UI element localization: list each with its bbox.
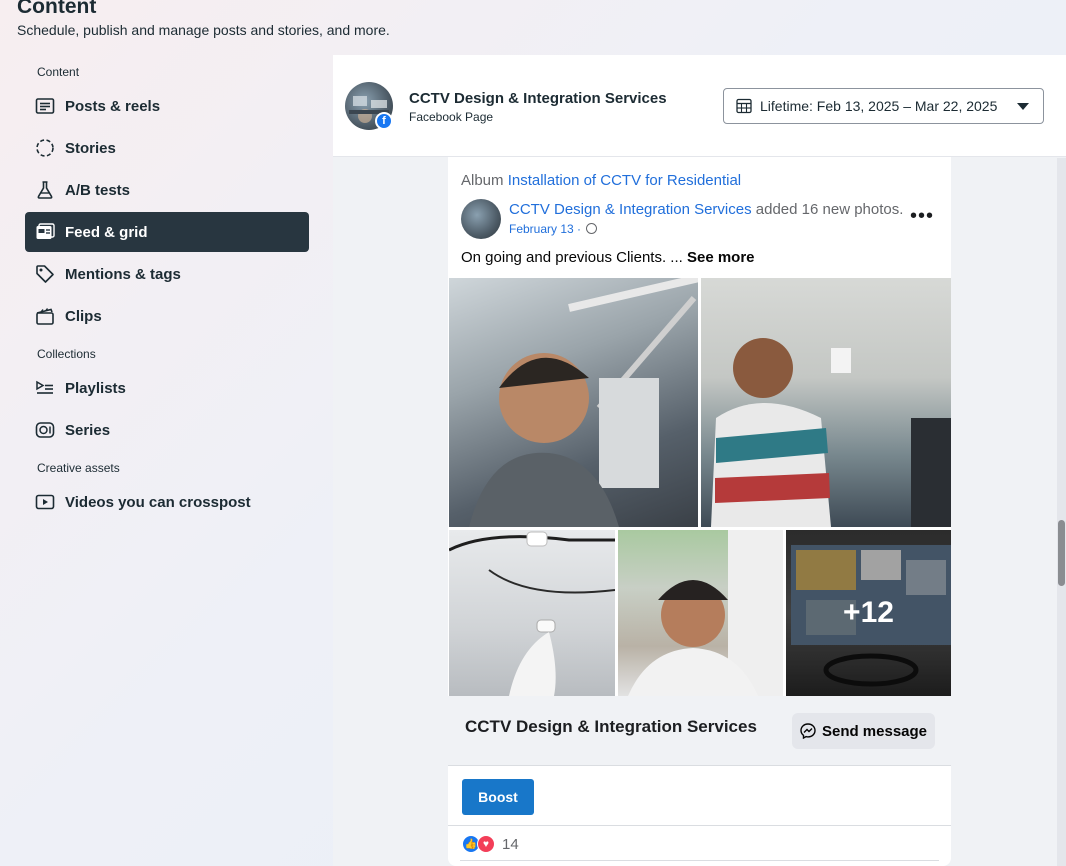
sidebar-item-series[interactable]: Series [25,410,309,450]
page-subtitle: Schedule, publish and manage posts and s… [17,22,390,38]
sidebar-item-clips[interactable]: Clips [25,296,309,336]
stories-icon [35,138,55,158]
panel-header: f CCTV Design & Integration Services Fac… [333,55,1066,157]
see-more-link[interactable]: See more [687,249,755,266]
reactions[interactable]: 👍 ♥ 14 [462,835,519,853]
post-card: Album Installation of CCTV for Residenti… [448,157,951,866]
sidebar-item-label: Posts & reels [65,97,161,115]
page-name: CCTV Design & Integration Services [409,90,667,107]
more-options-icon[interactable]: ••• [910,206,934,226]
album-line: Album Installation of CCTV for Residenti… [461,172,741,189]
section-label-content: Content [37,65,80,79]
sidebar-item-label: Stories [65,139,116,157]
sidebar-item-posts-reels[interactable]: Posts & reels [25,86,309,126]
sidebar-item-label: Clips [65,307,102,325]
sidebar-item-label: Playlists [65,379,126,397]
album-photo[interactable] [449,278,698,527]
globe-icon [586,223,598,234]
sidebar-item-label: A/B tests [65,181,131,199]
sidebar: Content Posts & reels Stories A/B tests … [25,62,309,524]
sidebar-item-feed-grid[interactable]: Feed & grid [25,212,309,252]
post-text: On going and previous Clients. ... See m… [461,249,755,266]
cta-page-name: CCTV Design & Integration Services [465,717,757,736]
author-avatar[interactable] [461,199,501,239]
album-photo-more[interactable]: +12 [786,530,951,696]
tag-icon [35,264,55,284]
boost-row: Boost [448,766,951,826]
date-range-label: Lifetime: Feb 13, 2025 – Mar 22, 2025 [760,98,998,114]
sidebar-item-videos-crosspost[interactable]: Videos you can crosspost [25,482,309,522]
main-panel: f CCTV Design & Integration Services Fac… [333,55,1066,866]
author-link[interactable]: CCTV Design & Integration Services [509,201,752,218]
post-date[interactable]: February 13 · [509,222,598,236]
heart-icon: ♥ [477,835,495,853]
calendar-icon [736,98,752,114]
sidebar-item-label: Videos you can crosspost [65,493,251,511]
page-header: Content Schedule, publish and manage pos… [17,0,390,38]
cta-bar: CCTV Design & Integration Services Send … [448,696,951,766]
messenger-icon [800,723,816,739]
sidebar-item-stories[interactable]: Stories [25,128,309,168]
send-message-button[interactable]: Send message [792,713,935,749]
album-photo[interactable] [701,278,951,527]
section-label-creative-assets: Creative assets [37,461,120,475]
sidebar-item-mentions-tags[interactable]: Mentions & tags [25,254,309,294]
divider [460,860,939,861]
page-type: Facebook Page [409,110,494,124]
date-range-picker[interactable]: Lifetime: Feb 13, 2025 – Mar 22, 2025 [723,88,1044,124]
sidebar-item-playlists[interactable]: Playlists [25,368,309,408]
feed-icon [35,222,55,242]
post-action: added 16 new photos. [755,201,904,218]
more-photos-count: +12 [843,596,894,629]
facebook-icon: f [375,112,393,130]
caret-down-icon [1017,103,1029,110]
sidebar-item-label: Series [65,421,111,439]
series-icon [35,420,55,440]
reaction-count: 14 [502,835,519,853]
post-body: On going and previous Clients. ... [461,249,683,266]
clapper-icon [35,306,55,326]
album-prefix: Album [461,172,504,189]
flask-icon [35,180,55,200]
album-photo[interactable] [449,530,615,696]
album-link[interactable]: Installation of CCTV for Residential [508,172,741,189]
page-title: Content [17,0,97,18]
playlist-icon [35,378,55,398]
sidebar-item-label: Mentions & tags [65,265,181,283]
section-label-collections: Collections [37,347,96,361]
video-icon [35,492,55,512]
scrollbar-thumb[interactable] [1058,520,1065,586]
album-photo[interactable] [618,530,783,696]
post-date-label: February 13 · [509,222,582,236]
scrollbar[interactable] [1057,158,1066,866]
posts-icon [35,96,55,116]
author-line: CCTV Design & Integration Services added… [509,201,903,218]
boost-button[interactable]: Boost [462,779,534,815]
sidebar-item-ab-tests[interactable]: A/B tests [25,170,309,210]
sidebar-item-label: Feed & grid [65,223,148,241]
send-message-label: Send message [821,722,928,740]
